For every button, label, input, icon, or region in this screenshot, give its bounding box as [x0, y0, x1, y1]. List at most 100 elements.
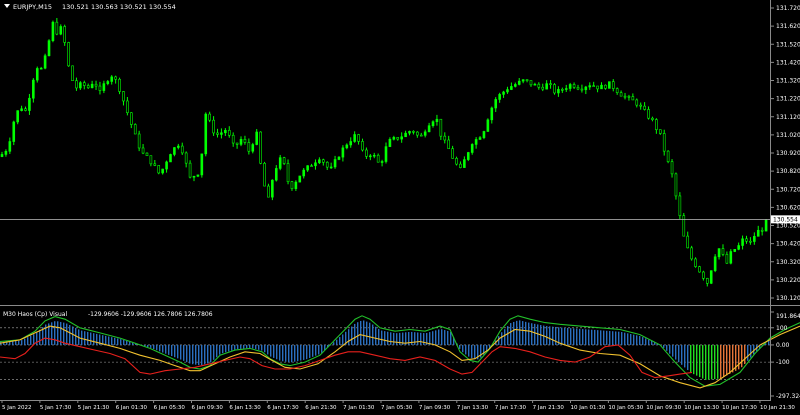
histogram-bar	[705, 344, 707, 380]
candle-body	[572, 84, 576, 88]
mt4-chart-window[interactable]: EURJPY,M15 130.521 130.563 130.521 130.5…	[0, 0, 800, 411]
candle-body	[749, 240, 752, 243]
indicator-tick-label: 191.8645	[776, 313, 800, 320]
candle-body	[408, 131, 411, 134]
candle-body	[188, 162, 192, 178]
candle-body	[329, 166, 333, 169]
main-price-chart[interactable]	[0, 0, 770, 304]
time-tick-label: 7 Jan 21:30	[533, 405, 565, 411]
histogram-bar	[582, 329, 584, 345]
candle-body	[224, 130, 227, 134]
candle-body	[180, 145, 184, 154]
histogram-bar	[708, 344, 710, 380]
candle-body	[282, 157, 286, 164]
histogram-bar	[465, 344, 467, 355]
histogram-bar	[261, 344, 263, 351]
candle-body	[380, 161, 384, 163]
candle-body	[666, 150, 670, 162]
candle-body	[756, 229, 760, 237]
chart-canvas[interactable]: EURJPY,M15 130.521 130.563 130.521 130.5…	[0, 0, 800, 411]
candle-body	[173, 147, 176, 155]
candle-body	[600, 84, 603, 90]
candle-body	[337, 156, 341, 160]
histogram-bar	[66, 323, 68, 345]
histogram-bar	[21, 340, 23, 345]
histogram-bar	[348, 329, 350, 345]
candle-body	[419, 134, 423, 137]
candle-body	[745, 238, 748, 242]
price-axis[interactable]: 131.720 131.620 131.520 131.420 131.320 131.2…	[770, 5, 800, 302]
histogram-bar	[441, 329, 443, 345]
histogram-bar	[702, 344, 704, 379]
histogram-bar	[171, 344, 173, 357]
histogram-bar	[528, 322, 530, 345]
histogram-bar	[231, 344, 233, 351]
candle-body	[451, 148, 454, 159]
histogram-bar	[372, 324, 374, 345]
histogram-bar	[678, 344, 680, 363]
candle-body	[341, 147, 345, 158]
candle-body	[302, 169, 306, 177]
candle-body	[439, 118, 443, 137]
time-tick-label: 10 Jan 01:30	[571, 405, 606, 411]
candle-body	[655, 119, 658, 130]
candle-body	[592, 85, 595, 87]
price-tick-label: 131.220	[776, 96, 800, 103]
candle-body	[318, 159, 321, 164]
candle-body	[345, 144, 349, 149]
histogram-bar	[51, 322, 53, 345]
histogram-bar	[183, 344, 185, 361]
candle-body	[8, 141, 12, 152]
candle-body	[4, 151, 8, 155]
candle-body	[651, 117, 654, 120]
candle-body	[32, 79, 35, 99]
histogram-bar	[672, 344, 674, 357]
histogram-bar	[255, 344, 257, 350]
histogram-bar	[321, 344, 323, 353]
histogram-bar	[273, 344, 275, 358]
candle-body	[529, 80, 533, 86]
candle-body	[59, 26, 63, 35]
histogram-bar	[216, 344, 218, 358]
histogram-bar	[357, 322, 359, 345]
time-tick-label: 6 Jan 21:30	[305, 405, 337, 411]
candle-body	[165, 161, 168, 170]
candle-body	[286, 163, 290, 183]
histogram-bar	[621, 332, 623, 345]
candle-body	[137, 133, 141, 149]
histogram-bar	[150, 344, 152, 348]
histogram-bar	[210, 344, 212, 363]
candle-body	[506, 89, 509, 93]
histogram-bar	[318, 344, 320, 355]
histogram-bar	[384, 331, 386, 345]
candle-body	[365, 149, 368, 157]
histogram-bar	[729, 344, 731, 374]
histogram-bar	[201, 344, 203, 366]
indicator-subwindow[interactable]: M30 Haos (Cp) Visual -129.9606 -129.9606…	[0, 307, 800, 400]
candle-body	[584, 86, 588, 91]
histogram-bar	[54, 321, 56, 345]
histogram-bar	[471, 344, 473, 359]
candle-body	[623, 95, 627, 98]
histogram-bar	[369, 322, 371, 345]
time-tick-label: 7 Jan 13:30	[457, 405, 489, 411]
candle-body	[231, 134, 235, 144]
histogram-bar	[597, 330, 599, 345]
histogram-bar	[768, 340, 770, 345]
histogram-bar	[552, 326, 554, 345]
histogram-bar	[600, 330, 602, 345]
candle-body	[486, 119, 490, 132]
candle-body	[525, 79, 529, 81]
histogram-bar	[195, 344, 197, 365]
candle-body	[764, 220, 768, 232]
time-axis[interactable]: 5 Jan 2022 5 Jan 17:30 5 Jan 21:30 6 Jan 01…	[0, 400, 795, 411]
histogram-bar	[237, 344, 239, 350]
histogram-bar	[30, 335, 32, 345]
histogram-bar	[240, 344, 242, 349]
candle-body	[682, 215, 686, 237]
candle-body	[619, 92, 623, 97]
histogram-bar	[303, 344, 305, 360]
current-price-value: 130.554	[773, 216, 798, 223]
candle-body	[674, 173, 678, 197]
candle-body	[149, 155, 153, 165]
